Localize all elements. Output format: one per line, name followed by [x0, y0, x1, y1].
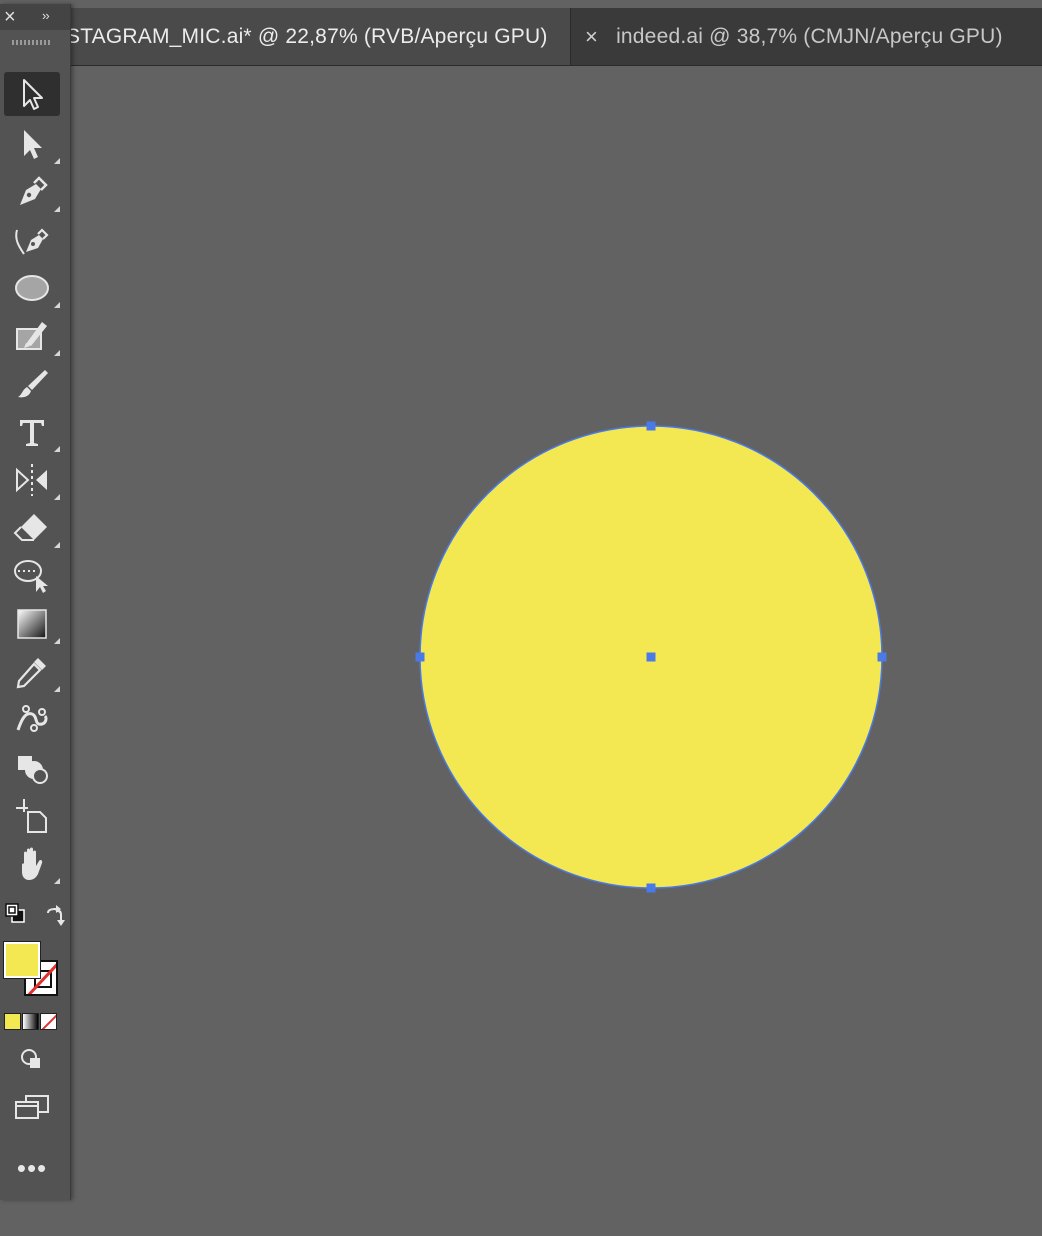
shape-builder-icon: [18, 756, 48, 784]
close-icon[interactable]: ×: [4, 6, 16, 28]
fill-color-swatch[interactable]: [3, 941, 41, 979]
eraser-tool[interactable]: [4, 506, 60, 550]
artboard-tool[interactable]: [4, 794, 60, 838]
edit-toolbar-button[interactable]: •••: [4, 1155, 60, 1188]
hand-tool[interactable]: [4, 842, 60, 886]
direct-selection-tool[interactable]: [4, 122, 60, 166]
ellipse-icon: [15, 275, 49, 301]
anchor-point-left[interactable]: [415, 652, 425, 662]
reflect-tool[interactable]: [4, 458, 60, 502]
reflect-icon: [16, 464, 47, 496]
paintbrush-tool[interactable]: [4, 362, 60, 406]
gradient-icon: [17, 609, 47, 639]
shaper-tool[interactable]: [4, 314, 60, 358]
tab-instagram-mic[interactable]: STAGRAM_MIC.ai* @ 22,87% (RVB/Aperçu GPU…: [70, 8, 571, 65]
center-point[interactable]: [646, 652, 656, 662]
submenu-indicator: [54, 638, 60, 644]
panel-header: × ››: [0, 4, 70, 30]
ellipse-tool[interactable]: [4, 266, 60, 310]
submenu-indicator: [54, 878, 60, 884]
tab-indeed[interactable]: × indeed.ai @ 38,7% (CMJN/Aperçu GPU): [571, 8, 1042, 65]
pen-icon: [20, 176, 48, 205]
illustrator-window: STAGRAM_MIC.ai* @ 22,87% (RVB/Aperçu GPU…: [0, 0, 1042, 1236]
direct-selection-icon: [24, 130, 42, 159]
lasso-icon: [14, 560, 48, 593]
submenu-indicator: [54, 494, 60, 500]
curvature-tool[interactable]: [4, 218, 60, 262]
submenu-indicator: [54, 158, 60, 164]
anchor-point-bottom[interactable]: [646, 883, 656, 893]
artwork-layer: [415, 421, 887, 893]
submenu-indicator: [54, 206, 60, 212]
color-mode-button[interactable]: [4, 1013, 21, 1030]
shape-builder-tool[interactable]: [4, 746, 60, 790]
artboard-icon: [16, 799, 47, 833]
tools-panel: × ›› •••: [0, 4, 71, 1200]
gradient-tool[interactable]: [4, 602, 60, 646]
drawing-mode-button[interactable]: [4, 1042, 60, 1078]
submenu-indicator: [54, 686, 60, 692]
selection-tool[interactable]: [4, 72, 60, 116]
paintbrush-icon: [18, 370, 48, 398]
type-icon: [20, 420, 44, 446]
close-icon[interactable]: ×: [585, 24, 598, 50]
submenu-indicator: [54, 302, 60, 308]
submenu-indicator: [54, 446, 60, 452]
puppet-warp-icon: [16, 705, 48, 732]
none-mode-button[interactable]: [40, 1013, 57, 1030]
draw-modes-icon: [21, 1049, 40, 1068]
submenu-indicator: [54, 542, 60, 548]
default-fill-stroke-icon[interactable]: [4, 902, 26, 924]
type-tool[interactable]: [4, 410, 60, 454]
eyedropper-tool[interactable]: [4, 650, 60, 694]
screen-mode-button[interactable]: [4, 1090, 60, 1126]
screen-mode-icon: [15, 1095, 49, 1119]
canvas-area[interactable]: [71, 66, 1042, 1236]
collapse-panel-icon[interactable]: ››: [42, 8, 50, 23]
color-mode-buttons: [4, 1013, 60, 1031]
eraser-icon: [13, 514, 47, 541]
panel-grip[interactable]: [12, 40, 50, 45]
swap-fill-stroke-icon[interactable]: [42, 904, 66, 928]
submenu-indicator: [54, 350, 60, 356]
document-tab-bar: STAGRAM_MIC.ai* @ 22,87% (RVB/Aperçu GPU…: [70, 8, 1042, 66]
anchor-point-right[interactable]: [877, 652, 887, 662]
curvature-icon: [15, 228, 49, 255]
lasso-tool[interactable]: [4, 554, 60, 598]
shaper-icon: [16, 322, 47, 350]
gradient-mode-button[interactable]: [22, 1013, 39, 1030]
eyedropper-icon: [16, 658, 46, 689]
puppet-warp-tool[interactable]: [4, 698, 60, 742]
hand-icon: [22, 847, 43, 880]
tab-label: STAGRAM_MIC.ai* @ 22,87% (RVB/Aperçu GPU…: [70, 24, 548, 48]
selection-arrow-icon: [23, 79, 43, 110]
tab-label: indeed.ai @ 38,7% (CMJN/Aperçu GPU): [616, 24, 1003, 48]
pen-tool[interactable]: [4, 170, 60, 214]
anchor-point-top[interactable]: [646, 421, 656, 431]
